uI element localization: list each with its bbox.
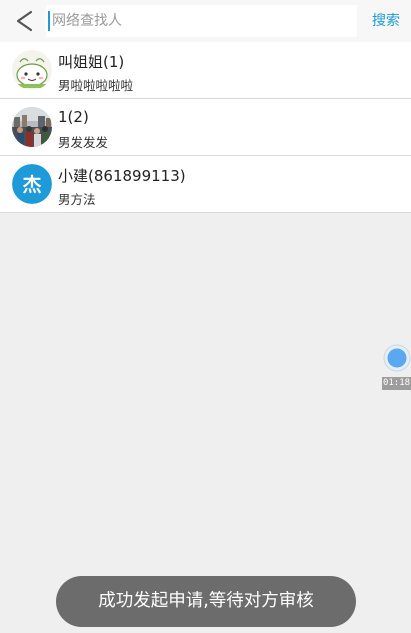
letter-avatar: 杰 [12,164,52,204]
crowd-photo-avatar [12,107,52,147]
contact-subtitle: 男啦啦啦啦啦 [58,78,134,93]
list-item[interactable]: 叫姐姐(1) 男啦啦啦啦啦 [0,42,411,99]
contact-name: 1(2) [58,108,89,126]
contact-subtitle: 男发发发 [58,135,109,150]
back-button[interactable] [8,6,40,36]
list-item[interactable]: 杰 小建(861899113) 男方法 [0,156,411,213]
back-arrow-icon [16,10,33,32]
toast-message: 成功发起申请,等待对方审核 [56,576,356,627]
cartoon-face-avatar [12,50,52,90]
circle-dot-icon [383,344,411,372]
floating-timer-label: 01:18 [382,377,411,390]
top-bar: 搜索 [0,0,411,42]
contact-name: 叫姐姐(1) [58,53,125,71]
result-list: 叫姐姐(1) 男啦啦啦啦啦 1(2) 男发发发 杰 小建(861899113) … [0,42,411,213]
avatar-letter: 杰 [22,174,41,196]
avatar: 杰 [12,164,52,204]
search-field[interactable] [46,5,357,37]
list-item[interactable]: 1(2) 男发发发 [0,99,411,156]
text-cursor [48,11,50,31]
avatar [12,50,52,90]
floating-assistant-button[interactable] [383,344,411,372]
contact-subtitle: 男方法 [58,192,96,207]
avatar [12,107,52,147]
search-button[interactable]: 搜索 [366,11,406,31]
contact-name: 小建(861899113) [58,167,186,185]
search-input[interactable] [52,5,352,37]
